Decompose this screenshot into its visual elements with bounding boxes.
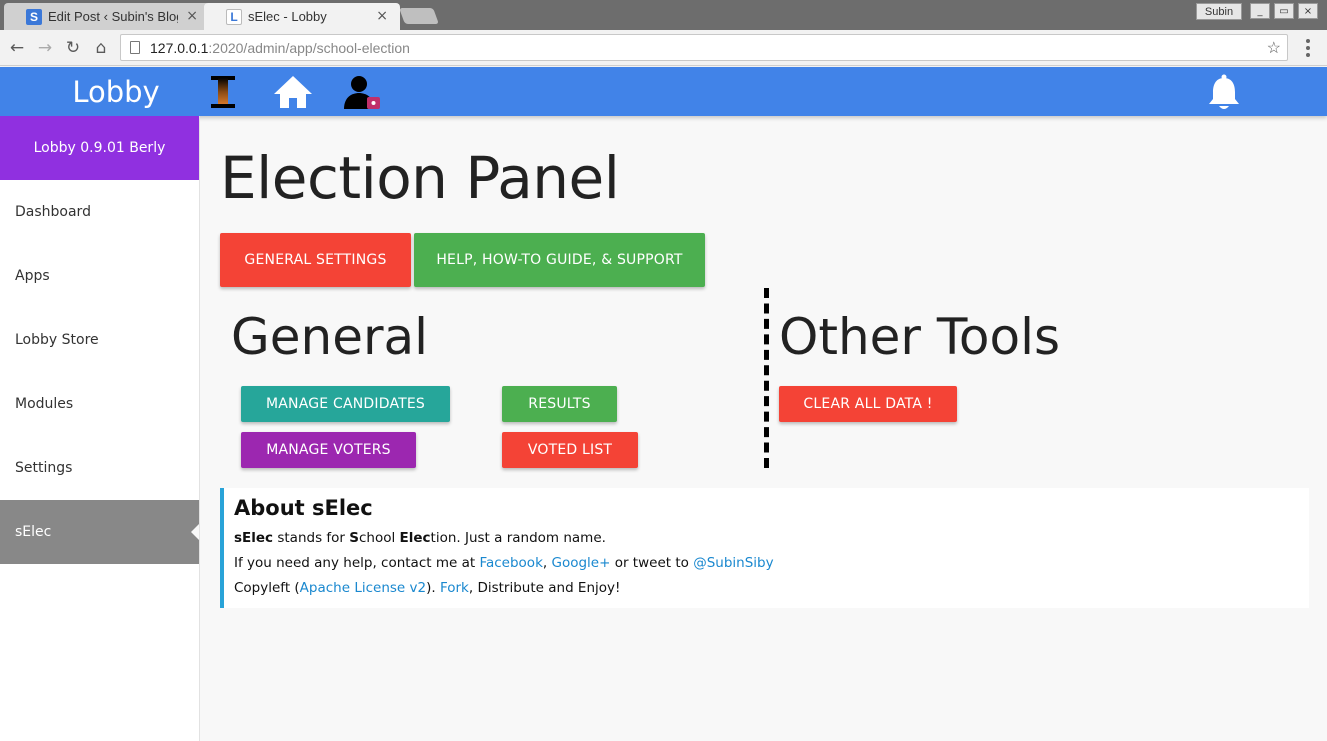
about-text: or tweet to <box>610 555 694 571</box>
profile-button[interactable]: Subin <box>1196 3 1242 20</box>
voted-list-button[interactable]: Voted List <box>502 432 638 468</box>
browser-tab-selec[interactable]: L sElec - Lobby × <box>204 3 400 30</box>
home-icon[interactable] <box>273 73 313 111</box>
about-text: stands for <box>273 530 350 546</box>
about-bold-text: Elec <box>399 530 431 546</box>
fork-link[interactable]: Fork <box>440 580 469 596</box>
app-logo-icon[interactable] <box>204 73 244 111</box>
sidebar: Lobby 0.9.01 Berly Dashboard Apps Lobby … <box>0 116 200 741</box>
section-divider <box>764 288 769 468</box>
about-text: Copyleft ( <box>234 580 300 596</box>
close-window-button[interactable]: × <box>1298 3 1318 19</box>
brand-title[interactable]: Lobby <box>0 67 232 116</box>
reload-icon[interactable]: ↻ <box>62 37 84 59</box>
new-tab-button[interactable] <box>399 8 439 24</box>
back-icon[interactable]: ← <box>6 37 28 59</box>
sidebar-item-lobby-store[interactable]: Lobby Store <box>0 308 199 372</box>
sidebar-item-apps[interactable]: Apps <box>0 244 199 308</box>
manage-voters-button[interactable]: Manage Voters <box>241 432 416 468</box>
browser-tabstrip: S Edit Post ‹ Subin's Blog × L sElec - L… <box>0 0 1327 30</box>
other-tools-section-title: Other Tools <box>779 308 1061 366</box>
sidebar-version: Lobby 0.9.01 Berly <box>0 116 199 180</box>
general-section-title: General <box>231 308 429 366</box>
twitter-link[interactable]: @SubinSiby <box>693 555 773 571</box>
minimize-button[interactable]: _ <box>1250 3 1270 19</box>
bookmark-star-icon[interactable]: ☆ <box>1267 38 1281 58</box>
page-title: Election Panel <box>220 144 620 212</box>
about-bold-text: S <box>349 530 359 546</box>
url-path: :2020/admin/app/school-election <box>208 39 410 56</box>
about-text: If you need any help, contact me at <box>234 555 480 571</box>
sidebar-item-dashboard[interactable]: Dashboard <box>0 180 199 244</box>
tab-favicon-icon: L <box>226 8 242 25</box>
sidebar-item-settings[interactable]: Settings <box>0 436 199 500</box>
license-link[interactable]: Apache License v2 <box>300 580 426 596</box>
main-content: Election Panel General Settings Help, Ho… <box>200 116 1327 741</box>
browser-toolbar: ← → ↻ ⌂ 127.0.0.1:2020/admin/app/school-… <box>0 30 1327 66</box>
about-bold-text: sElec <box>234 530 274 546</box>
results-button[interactable]: Results <box>502 386 617 422</box>
clear-all-data-button[interactable]: Clear All Data ! <box>779 386 957 422</box>
manage-candidates-button[interactable]: Manage Candidates <box>241 386 450 422</box>
url-host: 127.0.0.1 <box>150 39 209 56</box>
facebook-link[interactable]: Facebook <box>479 555 542 571</box>
tab-title: sElec - Lobby <box>248 9 327 24</box>
admin-user-icon[interactable] <box>342 73 382 111</box>
home-browser-icon[interactable]: ⌂ <box>90 37 112 59</box>
browser-tab-edit-post[interactable]: S Edit Post ‹ Subin's Blog × <box>4 3 210 30</box>
about-line-1: sElec stands for School Election. Just a… <box>234 526 1299 551</box>
about-text: chool <box>358 530 400 546</box>
about-line-2: If you need any help, contact me at Face… <box>234 551 1299 576</box>
page-icon <box>130 41 140 54</box>
tab-title: Edit Post ‹ Subin's Blog <box>48 9 178 24</box>
google-plus-link[interactable]: Google+ <box>551 555 610 571</box>
about-panel: About sElec sElec stands for School Elec… <box>220 488 1309 608</box>
about-text: , Distribute and Enjoy! <box>468 580 621 596</box>
bell-icon[interactable] <box>1206 73 1242 111</box>
close-tab-icon[interactable]: × <box>186 8 198 24</box>
about-line-3: Copyleft (Apache License v2). Fork, Dist… <box>234 576 1299 601</box>
maximize-button[interactable]: ▭ <box>1274 3 1294 19</box>
help-support-button[interactable]: Help, How-To Guide, & Support <box>414 233 705 287</box>
sidebar-item-selec[interactable]: sElec <box>0 500 199 564</box>
about-title: About sElec <box>234 496 373 520</box>
address-bar[interactable]: 127.0.0.1:2020/admin/app/school-election… <box>120 34 1288 61</box>
tab-favicon-icon: S <box>26 8 42 25</box>
browser-menu-icon[interactable] <box>1300 39 1316 57</box>
about-text: ). <box>426 580 440 596</box>
app-header: Lobby <box>0 67 1327 116</box>
forward-icon[interactable]: → <box>34 37 56 59</box>
close-tab-icon[interactable]: × <box>376 8 388 24</box>
about-text: tion. Just a random name. <box>430 530 606 546</box>
general-settings-button[interactable]: General Settings <box>220 233 411 287</box>
sidebar-item-modules[interactable]: Modules <box>0 372 199 436</box>
